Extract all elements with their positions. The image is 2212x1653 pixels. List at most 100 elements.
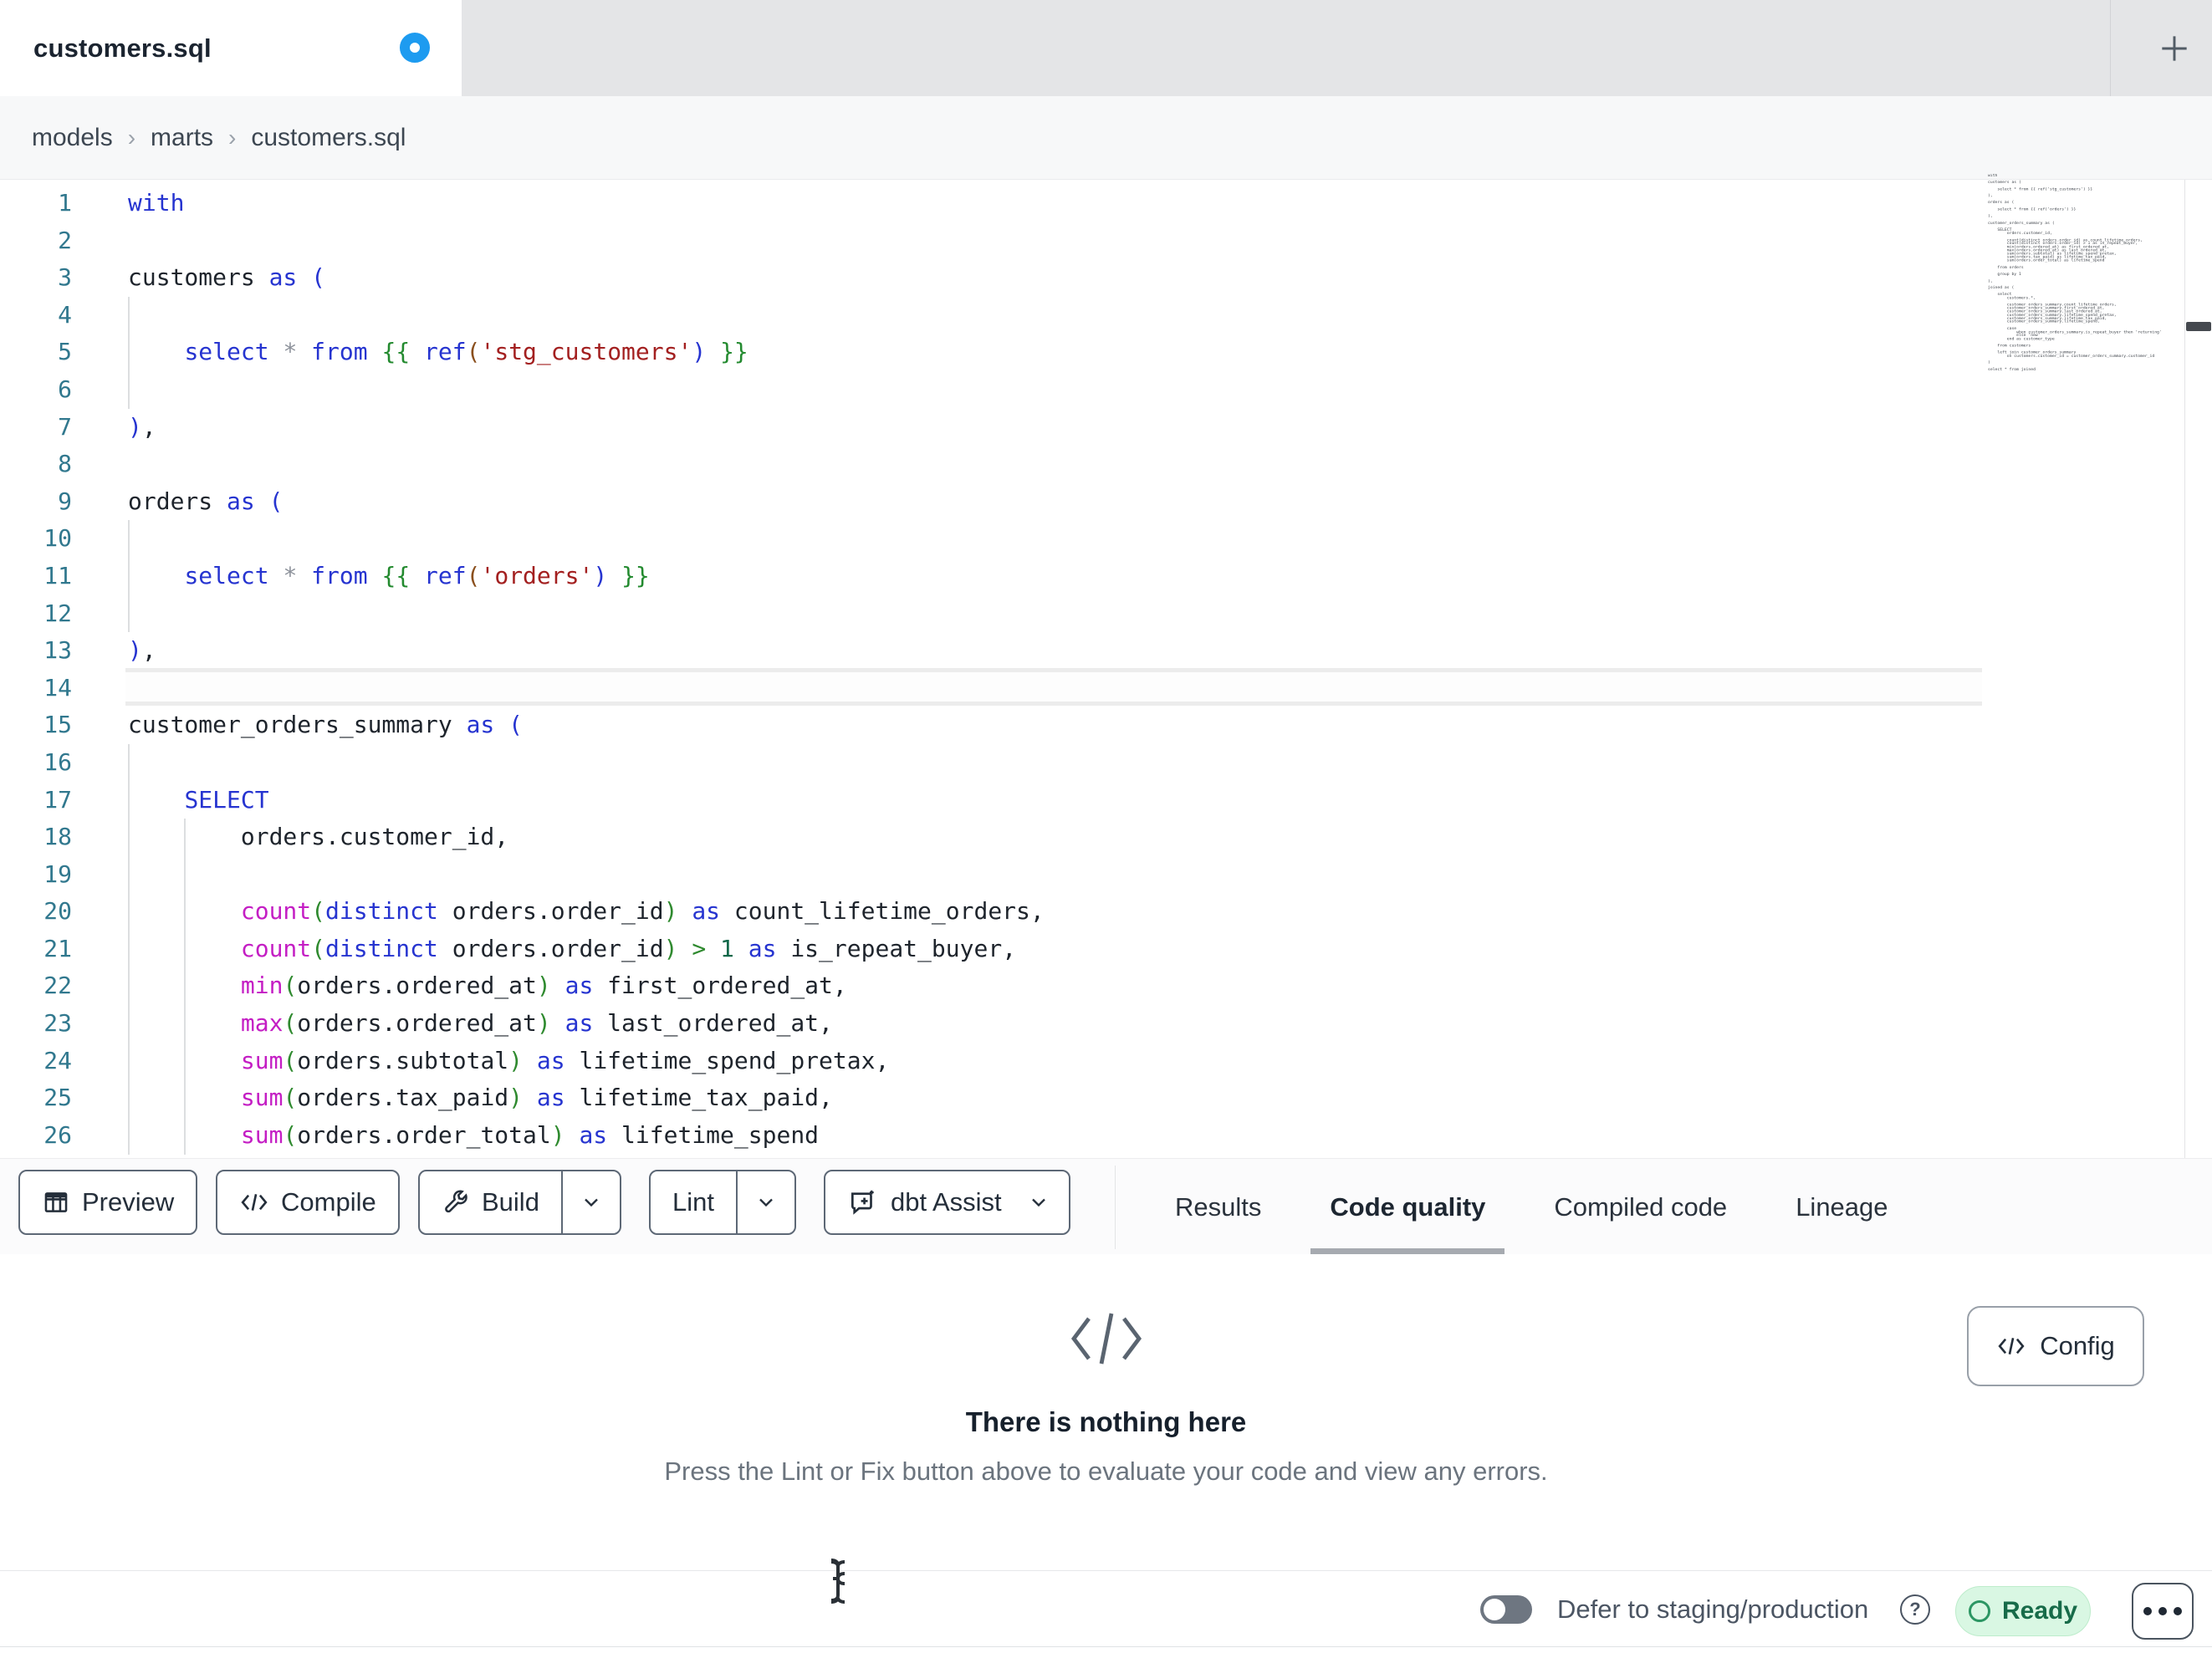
line-number: 9 [58, 487, 72, 515]
line-number: 25 [43, 1084, 72, 1112]
defer-label: Defer to staging/production [1557, 1594, 1869, 1624]
code-line: SELECT [184, 785, 269, 814]
code-line: sum(orders.subtotal) as lifetime_spend_p… [240, 1046, 890, 1074]
code-icon [241, 1194, 268, 1211]
status-badge-label: Ready [2001, 1597, 2078, 1625]
toolbar-divider [1115, 1166, 1116, 1249]
line-number: 17 [43, 785, 72, 814]
tab-compiled-code[interactable]: Compiled code [1554, 1159, 1727, 1255]
line-number: 13 [43, 636, 72, 665]
preview-button-label: Preview [82, 1187, 175, 1217]
code-line: count(distinct orders.order_id) as count… [240, 897, 1045, 926]
empty-state-description: Press the Lint or Fix button above to ev… [664, 1457, 1548, 1486]
code-line: select * from {{ ref('stg_customers') }} [184, 338, 748, 366]
defer-toggle[interactable] [1480, 1595, 1532, 1624]
code-editor[interactable]: 1 2 3 4 5 6 7 8 9 10 11 12 13 14 15 16 17 18 19 20 21 22 23 24 2… [0, 180, 2212, 1158]
line-number: 21 [43, 934, 72, 962]
breadcrumb-bar: models›marts›customers.sql Save [0, 96, 2212, 263]
lint-button-label: Lint [672, 1187, 714, 1217]
code-line: customer_orders_summary as ( [128, 711, 524, 739]
breadcrumb: models › marts › customers.sql [32, 124, 406, 152]
lint-dropdown-button[interactable] [735, 1171, 794, 1233]
line-number: 6 [58, 375, 72, 403]
file-tab-title: customers.sql [33, 33, 212, 63]
line-number: 16 [43, 747, 72, 776]
status-circle-icon [1968, 1600, 1990, 1622]
line-number: 20 [43, 897, 72, 926]
breadcrumb-item[interactable]: customers.sql [251, 124, 406, 152]
chevron-down-icon [585, 1198, 598, 1207]
line-number: 12 [43, 599, 72, 627]
code-lines: with customers as ( select * from {{ ref(… [128, 185, 1045, 1154]
build-dropdown-button[interactable] [560, 1171, 620, 1233]
line-number: 3 [58, 263, 72, 292]
tab-code-quality[interactable]: Code quality [1310, 1159, 1505, 1255]
code-line: customers as ( [128, 263, 326, 292]
tab-results[interactable]: Results [1175, 1159, 1261, 1255]
chevron-down-icon [1031, 1198, 1045, 1207]
code-line: with [128, 189, 185, 217]
line-number: 24 [43, 1046, 72, 1074]
wrench-icon [445, 1190, 467, 1213]
chat-sparkle-icon [851, 1190, 874, 1215]
ellipsis-icon [2143, 1607, 2152, 1615]
scrollbar-marker[interactable] [2186, 322, 2211, 331]
table-icon [44, 1192, 68, 1212]
code-line: ), [128, 412, 156, 441]
build-button[interactable]: Build [418, 1170, 621, 1235]
tab-bar-divider [2110, 0, 2111, 96]
line-number: 18 [43, 823, 72, 851]
breadcrumb-separator: › [228, 124, 237, 151]
compile-button-label: Compile [281, 1187, 376, 1217]
toggle-knob [1484, 1599, 1505, 1620]
code-slash-icon [1070, 1313, 1142, 1365]
code-line: orders as ( [128, 487, 284, 515]
code-line: select * from {{ ref('orders') }} [184, 561, 650, 589]
dbt-ide-window: customers.sql models › marts › customers.sql… [0, 0, 2212, 1653]
tab-bar: customers.sql [0, 0, 2212, 96]
empty-state-title: There is nothing here [965, 1406, 1247, 1437]
file-tab[interactable]: customers.sql [0, 0, 462, 96]
code-line: orders.customer_id, [128, 823, 509, 851]
chevron-down-icon [759, 1198, 773, 1207]
line-number: 7 [58, 412, 72, 441]
config-button[interactable]: Config [1967, 1306, 2144, 1386]
tab-lineage[interactable]: Lineage [1796, 1159, 1888, 1255]
config-button-label: Config [2040, 1331, 2115, 1360]
dbt-assist-dropdown-button[interactable] [1024, 1171, 1069, 1233]
lint-button[interactable]: Lint [649, 1170, 796, 1235]
code-line: sum(orders.order_total) as lifetime_spen… [240, 1120, 820, 1149]
code-line: max(orders.ordered_at) as last_ordered_a… [240, 1009, 833, 1038]
line-number: 10 [43, 524, 72, 553]
line-number: 26 [43, 1120, 72, 1149]
gutter: 1 2 3 4 5 6 7 8 9 10 11 12 13 14 15 16 17 18 19 20 21 22 23 24 2… [0, 185, 72, 1154]
unsaved-changes-dot-icon [400, 33, 430, 63]
text-cursor-pointer [830, 1559, 845, 1604]
empty-state: There is nothing here Press the Lint or … [0, 1254, 2212, 1487]
dbt-assist-button-label: dbt Assist [891, 1187, 1002, 1217]
dbt-assist-button[interactable]: dbt Assist [824, 1170, 1070, 1235]
editor-scrollbar-track [2184, 180, 2185, 1158]
status-bar: Defer to staging/production ? Ready [0, 1570, 2212, 1653]
line-number: 19 [43, 860, 72, 888]
code-icon [1998, 1338, 2025, 1355]
breadcrumb-item[interactable]: models [32, 124, 113, 152]
more-options-button[interactable] [2132, 1583, 2194, 1640]
new-tab-button[interactable] [2141, 15, 2208, 82]
breadcrumb-item[interactable]: marts [151, 124, 213, 152]
panel-tabs: Results Code quality Compiled code Lineage [1175, 1159, 1888, 1255]
preview-button[interactable]: Preview [18, 1170, 198, 1235]
compile-button[interactable]: Compile [216, 1170, 400, 1235]
help-icon[interactable]: ? [1900, 1594, 1930, 1625]
minimap[interactable]: with customers as ( select * from {{ ref… [1988, 174, 2183, 378]
line-number: 11 [43, 561, 72, 589]
line-number: 22 [43, 972, 72, 1000]
line-number: 15 [43, 711, 72, 739]
code-line: count(distinct orders.order_id) > 1 as i… [240, 934, 1017, 962]
